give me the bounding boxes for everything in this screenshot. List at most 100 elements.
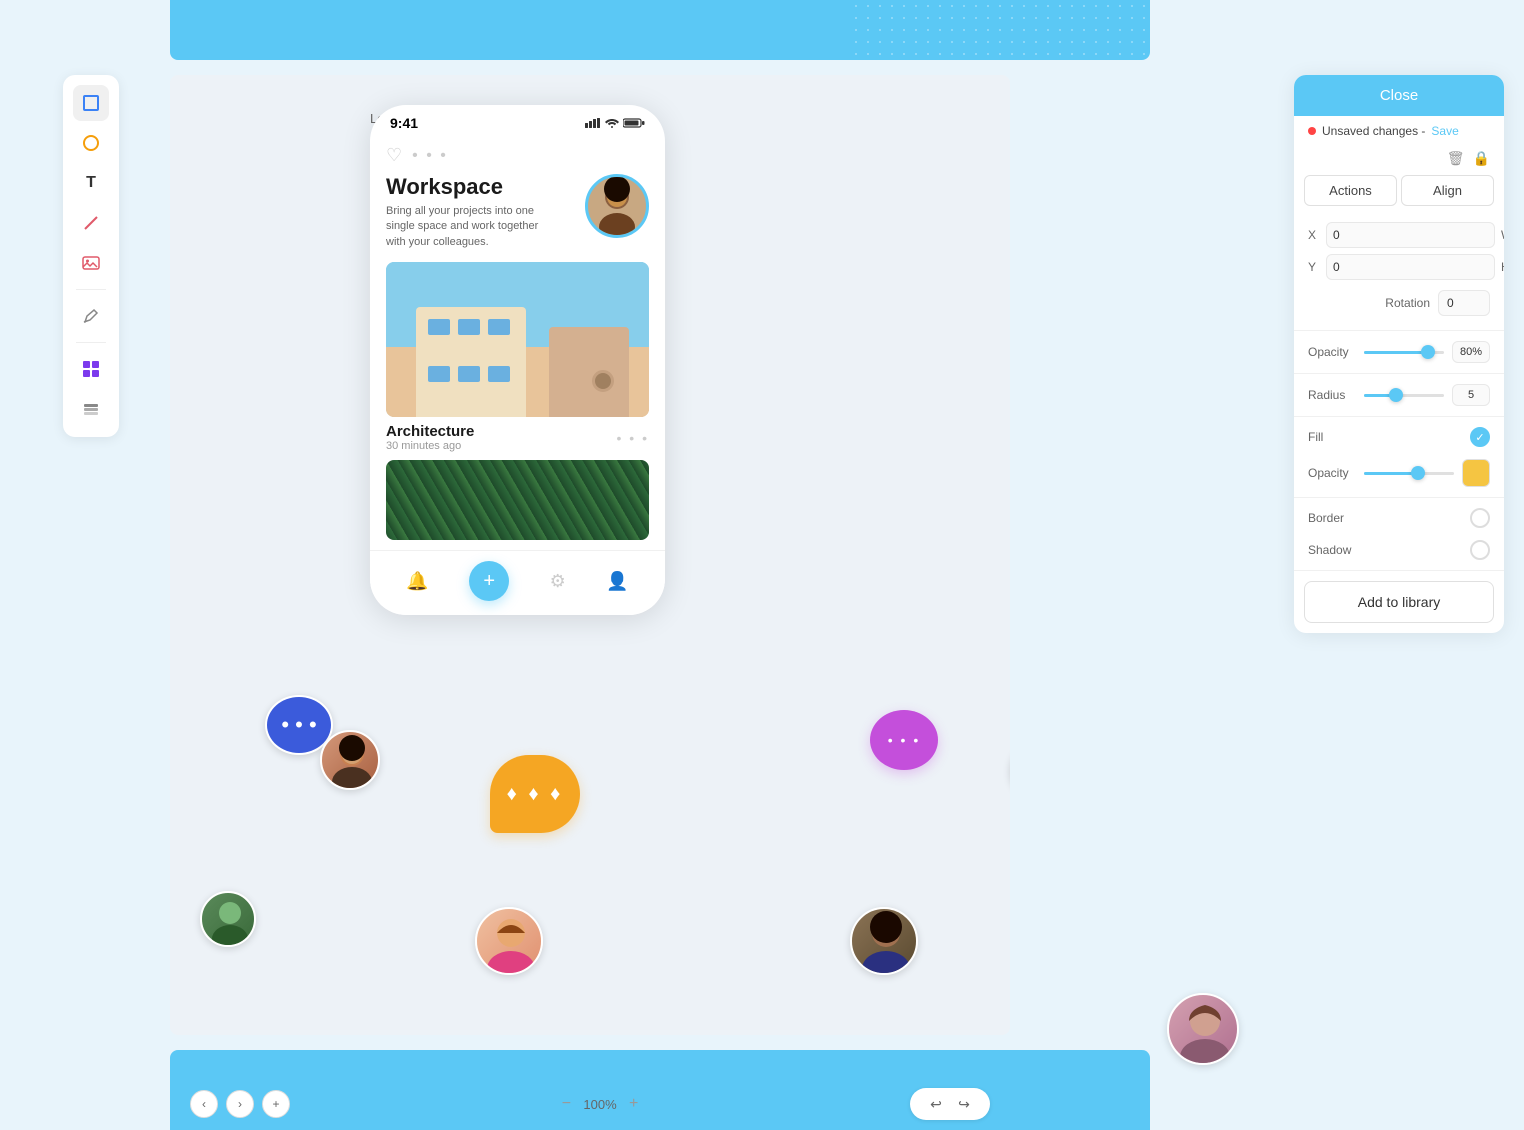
prev-page-button[interactable]: ‹	[190, 1090, 218, 1118]
chat-bubble-yellow: ♦ ♦ ♦	[490, 755, 580, 833]
zoom-in-button[interactable]: +	[623, 1093, 645, 1115]
top-banner	[170, 0, 1150, 60]
zoom-out-button[interactable]: −	[555, 1093, 577, 1115]
lock-icon[interactable]: 🔒	[1473, 150, 1490, 167]
phone-top-actions: ♡ • • •	[386, 145, 649, 166]
position-inputs: X W Y H	[1294, 216, 1504, 286]
undo-button[interactable]: ↩	[924, 1092, 948, 1116]
rotation-label: Rotation	[1308, 296, 1430, 310]
border-checkbox[interactable]	[1470, 508, 1490, 528]
workspace-section: Workspace Bring all your projects into o…	[386, 174, 649, 250]
line-tool[interactable]	[73, 205, 109, 241]
phone-bottom-nav: 🔔 + ⚙ 👤	[370, 550, 665, 615]
save-link[interactable]: Save	[1431, 124, 1458, 138]
opacity-slider-thumb	[1421, 345, 1435, 359]
nav-plus-button[interactable]: +	[469, 561, 509, 601]
top-banner-dots	[850, 0, 1150, 60]
shadow-row: Shadow	[1294, 534, 1504, 566]
opacity-value[interactable]	[1452, 341, 1490, 363]
heart-icon[interactable]: ♡	[386, 145, 402, 166]
border-label: Border	[1308, 511, 1344, 525]
trash-icon[interactable]: 🗑	[1447, 150, 1465, 167]
phone-status-icons	[585, 118, 645, 128]
x-input[interactable]	[1326, 222, 1495, 248]
more-icon[interactable]: • • •	[412, 147, 448, 165]
radius-label: Radius	[1308, 388, 1356, 402]
components-tool[interactable]	[73, 351, 109, 387]
card-more-icon[interactable]: • • •	[617, 430, 649, 446]
radius-row: Radius	[1294, 378, 1504, 412]
layers-tool[interactable]	[73, 391, 109, 427]
align-tab[interactable]: Align	[1401, 175, 1494, 206]
redo-button[interactable]: ↪	[952, 1092, 976, 1116]
opacity-slider-fill	[1364, 351, 1428, 354]
text-tool[interactable]: T	[73, 165, 109, 201]
toolbar-divider2	[76, 342, 106, 343]
ellipse-tool[interactable]	[73, 125, 109, 161]
close-button[interactable]: Close	[1294, 75, 1504, 116]
divider-5	[1294, 570, 1504, 571]
profile-avatar	[585, 174, 649, 238]
image-tool[interactable]	[73, 245, 109, 281]
fill-opacity-thumb	[1411, 466, 1425, 480]
leaves-card	[386, 460, 649, 540]
chat-bubble-purple: • • •	[870, 710, 938, 770]
phone-content: ♡ • • • Workspace Bring all your project…	[370, 135, 665, 550]
divider-3	[1294, 416, 1504, 417]
fill-row: Fill ✓	[1294, 421, 1504, 453]
add-to-library-button[interactable]: Add to library	[1304, 581, 1494, 623]
chat-dots-blue: • • •	[281, 712, 316, 738]
card-title: Architecture	[386, 423, 474, 440]
opacity-slider-track[interactable]	[1364, 351, 1444, 354]
avatar-green-man	[200, 891, 256, 947]
canvas-area: Login ⚙ 9:41 ♡ • • • Workspace Bring all…	[170, 75, 1010, 1035]
undo-redo-controls: ↩ ↪	[910, 1088, 990, 1120]
zoom-controls: − 100% +	[555, 1093, 644, 1115]
border-row: Border	[1294, 502, 1504, 534]
right-panel: Close Unsaved changes - Save 🗑 🔒 Actions…	[1294, 75, 1504, 633]
fill-opacity-track[interactable]	[1364, 472, 1454, 475]
unsaved-dot	[1308, 127, 1316, 135]
radius-value[interactable]	[1452, 384, 1490, 406]
add-page-button[interactable]: +	[262, 1090, 290, 1118]
divider-1	[1294, 330, 1504, 331]
panel-tabs: Actions Align	[1294, 175, 1504, 206]
panel-icons: 🗑 🔒	[1294, 146, 1504, 175]
rotation-input[interactable]	[1438, 290, 1490, 316]
nav-settings-icon[interactable]: ⚙	[550, 571, 566, 592]
toolbar-divider	[76, 289, 106, 290]
workspace-title: Workspace	[386, 174, 546, 200]
fill-label: Fill	[1308, 430, 1323, 444]
unsaved-text: Unsaved changes -	[1322, 124, 1425, 138]
phone-time: 9:41	[390, 115, 418, 131]
actions-tab[interactable]: Actions	[1304, 175, 1397, 206]
y-input[interactable]	[1326, 254, 1495, 280]
rotation-row: Rotation	[1294, 286, 1504, 326]
card-meta: Architecture 30 minutes ago • • •	[386, 423, 649, 452]
nav-plus-label: +	[483, 570, 495, 593]
divider-4	[1294, 497, 1504, 498]
phone-status-bar: 9:41	[370, 105, 665, 135]
bottom-controls: ‹ › + − 100% + ↩ ↪	[170, 1088, 1010, 1120]
chat-dots-yellow: ♦ ♦ ♦	[507, 783, 564, 806]
nav-bell-icon[interactable]: 🔔	[406, 571, 428, 592]
avatar-dark-woman	[850, 907, 918, 975]
avatar-red-man	[320, 730, 380, 790]
radius-slider-track[interactable]	[1364, 394, 1444, 397]
shadow-checkbox[interactable]	[1470, 540, 1490, 560]
pen-tool[interactable]	[73, 298, 109, 334]
card-time: 30 minutes ago	[386, 440, 474, 452]
w-label: W	[1501, 228, 1504, 242]
nav-profile-icon[interactable]: 👤	[606, 571, 628, 592]
fill-opacity-label: Opacity	[1308, 466, 1356, 480]
opacity-label: Opacity	[1308, 345, 1356, 359]
fill-color-picker[interactable]	[1462, 459, 1490, 487]
y-input-group: Y	[1308, 254, 1495, 280]
fill-checkbox[interactable]: ✓	[1470, 427, 1490, 447]
radius-slider-thumb	[1389, 388, 1403, 402]
avatar-pink-woman	[475, 907, 543, 975]
fill-opacity-row: Opacity	[1294, 453, 1504, 493]
fill-opacity-fill	[1364, 472, 1418, 475]
next-page-button[interactable]: ›	[226, 1090, 254, 1118]
rectangle-tool[interactable]	[73, 85, 109, 121]
